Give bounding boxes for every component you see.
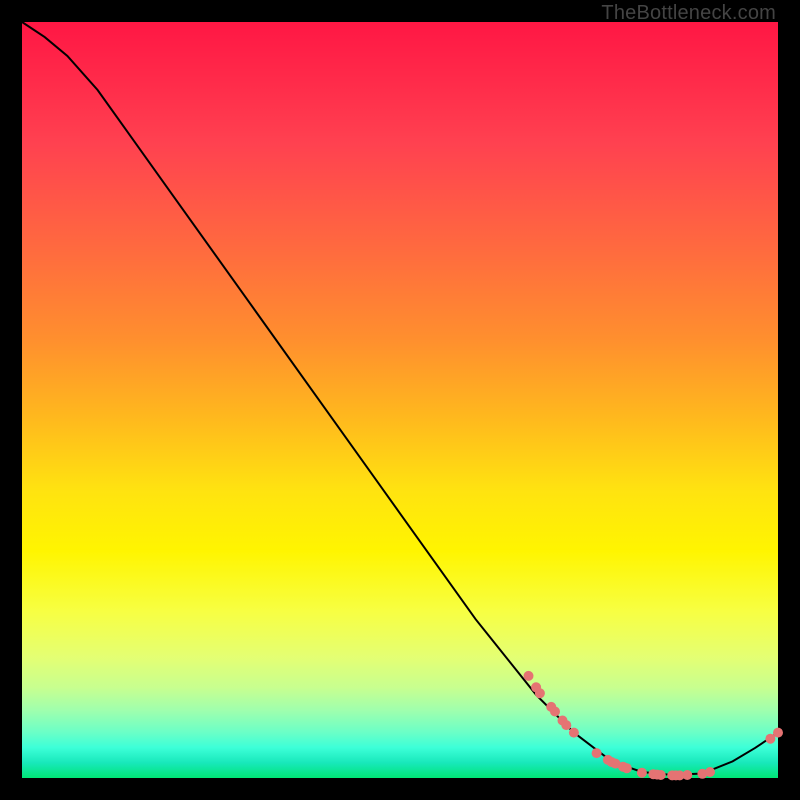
marker-point <box>637 768 647 778</box>
marker-point <box>622 763 632 773</box>
marker-point <box>705 767 715 777</box>
plot-area <box>22 22 778 778</box>
marker-point <box>550 707 560 717</box>
chart-container: TheBottleneck.com <box>0 0 800 800</box>
chart-svg <box>22 22 778 778</box>
bottleneck-curve <box>22 22 778 775</box>
marker-point <box>592 748 602 758</box>
marker-point <box>561 720 571 730</box>
marker-point <box>656 770 666 780</box>
marker-point <box>535 688 545 698</box>
marker-group <box>524 671 784 781</box>
marker-point <box>524 671 534 681</box>
marker-point <box>773 728 783 738</box>
marker-point <box>682 770 692 780</box>
marker-point <box>569 728 579 738</box>
